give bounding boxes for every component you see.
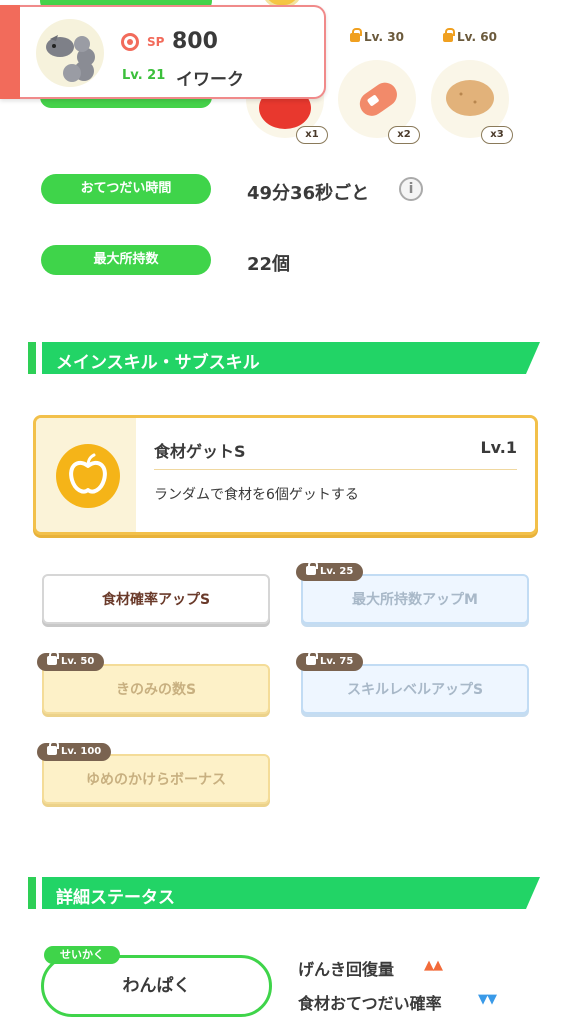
pokemon-name: イワーク <box>176 70 244 90</box>
main-skill-card[interactable]: 食材ゲットS Lv.1 ランダムで食材を6個ゲットする <box>33 415 538 535</box>
down-arrows-icon: ▼▼ <box>478 992 497 1007</box>
apple-icon <box>56 444 120 508</box>
nature-down-effect: 食材おてつだい確率 <box>298 994 442 1013</box>
sp-icon <box>121 33 139 51</box>
sub-skill-lock-badge: Lv. 100 <box>37 741 112 761</box>
sub-skill-lock-badge: Lv. 50 <box>37 651 105 671</box>
pokemon-summary-card[interactable]: SP 800 Lv. 21 イワーク <box>0 5 326 99</box>
ingredient-quantity: x2 <box>388 126 420 144</box>
up-arrows-icon: ▲▲ <box>424 958 443 973</box>
sub-skill-1[interactable]: 食材確率アップS <box>42 574 270 624</box>
sub-skill-2[interactable]: 最大所持数アップM <box>301 574 529 624</box>
sausage-icon <box>359 82 397 116</box>
ingredient-quantity: x1 <box>296 126 328 144</box>
help-time-value: 49分36秒ごと <box>247 183 370 204</box>
sub-skill-5[interactable]: ゆめのかけらボーナス <box>42 754 270 804</box>
max-carry-label: 最大所持数 <box>41 245 211 275</box>
nature-tag: せいかく <box>44 946 120 964</box>
lock-icon <box>350 28 363 42</box>
pokemon-avatar <box>36 19 104 87</box>
skills-section-header: メインスキル・サブスキル <box>28 342 540 374</box>
info-icon[interactable]: i <box>399 177 423 201</box>
details-section-header: 詳細ステータス <box>28 877 540 909</box>
sub-skill-3[interactable]: きのみの数S <box>42 664 270 714</box>
onix-icon <box>46 35 95 82</box>
section-title: 詳細ステータス <box>56 888 175 908</box>
sub-skill-lock-badge: Lv. 25 <box>296 561 364 581</box>
lock-icon <box>306 561 318 575</box>
main-skill-level: Lv.1 <box>480 438 517 457</box>
lock-icon <box>47 651 59 665</box>
lock-icon <box>443 28 456 42</box>
sp-label: SP <box>147 35 165 49</box>
section-title: メインスキル・サブスキル <box>56 353 260 373</box>
ingredient-quantity: x3 <box>481 126 513 144</box>
nature-button[interactable]: わんぱく <box>41 955 272 1017</box>
help-time-label: おてつだい時間 <box>41 174 211 204</box>
lock-icon <box>47 741 59 755</box>
unlock-level: Lv. 60 <box>431 28 509 44</box>
ingredient-slot-2[interactable]: Lv. 30 x2 <box>338 28 420 144</box>
max-carry-value: 22個 <box>247 254 291 275</box>
potato-icon <box>446 80 494 116</box>
unlock-level: Lv. 30 <box>338 28 416 44</box>
pokemon-level: Lv. 21 <box>122 68 166 83</box>
sub-skill-lock-badge: Lv. 75 <box>296 651 364 671</box>
sub-skill-4[interactable]: スキルレベルアップS <box>301 664 529 714</box>
sp-value: 800 <box>172 29 218 54</box>
main-skill-name: 食材ゲットS <box>154 442 246 461</box>
lock-icon <box>306 651 318 665</box>
nature-up-effect: げんき回復量 <box>298 960 395 979</box>
card-stripe <box>0 5 20 99</box>
main-skill-description: ランダムで食材を6個ゲットする <box>154 487 359 503</box>
divider <box>154 469 517 470</box>
ingredient-slot-3[interactable]: Lv. 60 x3 <box>431 28 513 144</box>
